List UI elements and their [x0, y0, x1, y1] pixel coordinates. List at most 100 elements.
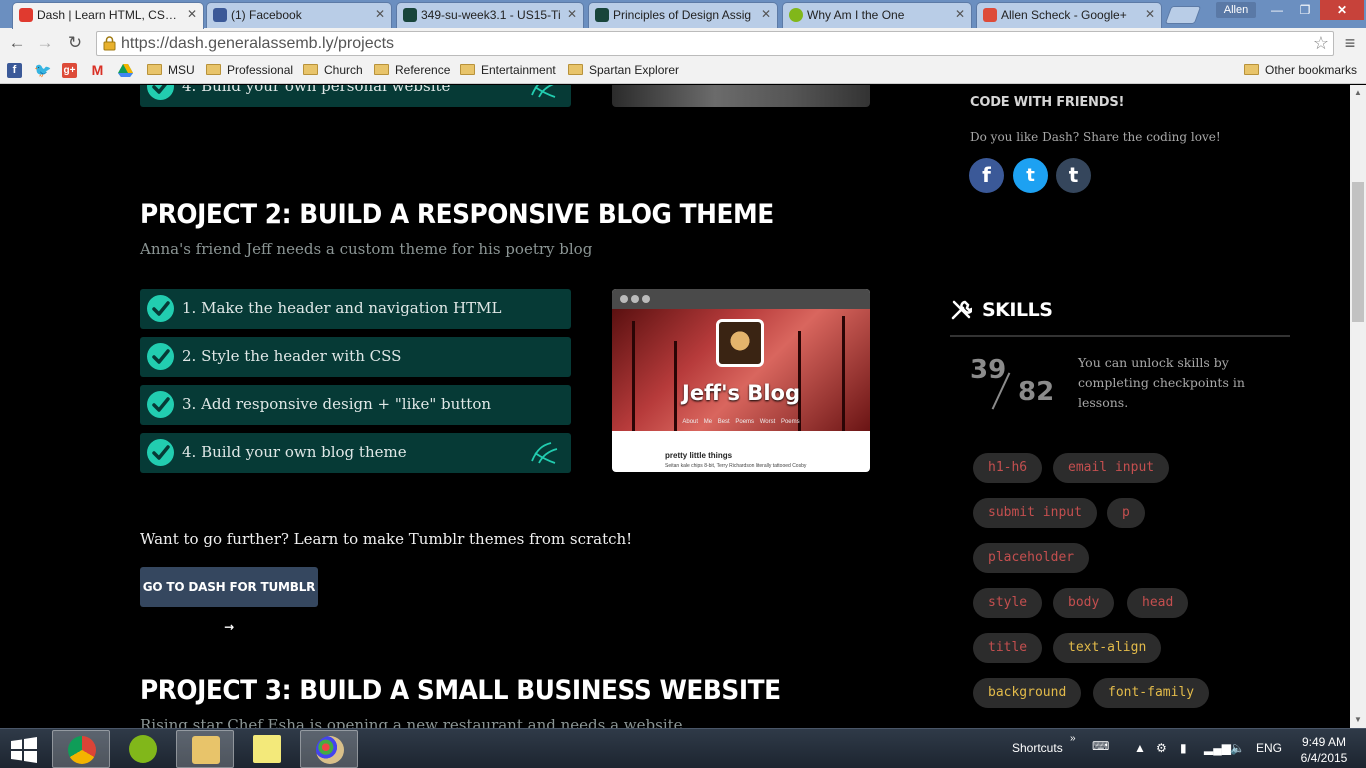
skill-pill[interactable]: background — [973, 678, 1082, 708]
tab-label: Why Am I the One — [807, 8, 905, 22]
project2-step-3[interactable]: 3. Add responsive design + "like" button — [140, 385, 571, 425]
divider — [950, 335, 1290, 337]
preview-blog-nav: About Me Best Poems Worst Poems — [682, 419, 800, 425]
bookmark-folder-msu[interactable]: MSU — [147, 63, 195, 79]
battery-icon[interactable]: ▮ — [1180, 741, 1187, 755]
other-bookmarks-folder[interactable]: Other bookmarks — [1244, 63, 1357, 79]
taskbar-explorer[interactable] — [176, 730, 234, 768]
taskbar-paint[interactable] — [300, 730, 358, 768]
skill-pill[interactable]: p — [1107, 498, 1145, 528]
keyboard-icon[interactable]: ⌨ — [1092, 739, 1109, 753]
skill-pill[interactable]: title — [973, 633, 1043, 663]
show-hidden-icons[interactable]: ▲ — [1134, 741, 1146, 755]
language-indicator[interactable]: ENG — [1256, 741, 1282, 755]
twitter-share-icon[interactable]: t — [1013, 158, 1048, 193]
skills-heading: SKILLS — [982, 299, 1053, 321]
gplus-bookmark-icon[interactable]: g+ — [62, 63, 77, 78]
bookmark-folder-reference[interactable]: Reference — [374, 63, 450, 79]
tumblr-share-icon[interactable]: t — [1056, 158, 1091, 193]
reload-icon[interactable]: ↻ — [64, 32, 86, 54]
project2-title: PROJECT 2: BUILD A RESPONSIVE BLOG THEME — [140, 199, 774, 230]
close-tab-icon[interactable]: ✕ — [375, 7, 385, 21]
bookmark-folder-entertainment[interactable]: Entertainment — [460, 63, 556, 79]
new-tab-button[interactable] — [1164, 6, 1202, 24]
gmail-bookmark-icon[interactable]: M — [90, 63, 105, 78]
project1-preview-image — [612, 85, 870, 107]
folder-label: Other bookmarks — [1265, 63, 1358, 77]
scrollbar-thumb[interactable] — [1352, 182, 1364, 322]
project2-step-2[interactable]: 2. Style the header with CSS — [140, 337, 571, 377]
close-tab-icon[interactable]: ✕ — [187, 7, 197, 21]
skill-pill[interactable]: body — [1053, 588, 1115, 618]
folder-icon — [374, 64, 389, 75]
taskbar-spotify[interactable] — [114, 730, 172, 768]
window-dot-icon — [620, 295, 628, 303]
taskbar-chrome[interactable] — [52, 730, 110, 768]
close-tab-icon[interactable]: ✕ — [761, 7, 771, 21]
spotify-icon — [129, 735, 157, 763]
volume-icon[interactable]: 🔈 — [1230, 741, 1245, 755]
close-tab-icon[interactable]: ✕ — [1145, 7, 1155, 21]
skill-pill[interactable]: style — [973, 588, 1043, 618]
bookmark-folder-professional[interactable]: Professional — [206, 63, 293, 79]
drive-bookmark-icon[interactable] — [118, 63, 133, 78]
maximize-icon[interactable]: ❐ — [1292, 0, 1318, 20]
taskbar-sticky-notes[interactable] — [238, 730, 296, 768]
profile-badge[interactable]: Allen — [1216, 2, 1256, 18]
scroll-up-icon[interactable]: ▲ — [1353, 88, 1363, 98]
tab-facebook[interactable]: (1) Facebook ✕ — [206, 2, 392, 28]
facebook-bookmark-icon[interactable]: f — [7, 63, 22, 78]
project3-subtitle: Rising star Chef Esha is opening a new r… — [140, 716, 683, 728]
project2-step-1[interactable]: 1. Make the header and navigation HTML — [140, 289, 571, 329]
close-tab-icon[interactable]: ✕ — [955, 7, 965, 21]
folder-label: Professional — [227, 63, 294, 77]
tab-dash[interactable]: Dash | Learn HTML, CSS, J ✕ — [12, 2, 204, 29]
skill-pill[interactable]: h1-h6 — [973, 453, 1043, 483]
project1-step-4[interactable]: 4. Build your own personal website — [140, 85, 571, 107]
clock[interactable]: 9:49 AM 6/4/2015 — [1296, 734, 1352, 766]
blog-theme-preview[interactable]: Jeff's Blog About Me Best Poems Worst Po… — [612, 289, 870, 472]
close-tab-icon[interactable]: ✕ — [567, 7, 577, 21]
skill-pill[interactable]: text-align — [1053, 633, 1162, 663]
skill-pill[interactable]: head — [1127, 588, 1189, 618]
twitter-bookmark-icon[interactable]: 🐦 — [34, 63, 51, 78]
folder-label: MSU — [168, 63, 195, 77]
tab-week3[interactable]: 349-su-week3.1 - US15-Ti ✕ — [396, 2, 584, 28]
preview-blog-title: Jeff's Blog — [682, 381, 800, 405]
project3-title: PROJECT 3: BUILD A SMALL BUSINESS WEBSIT… — [140, 675, 781, 706]
chevron-icon[interactable]: » — [1070, 733, 1076, 744]
skill-pill[interactable]: email input — [1053, 453, 1170, 483]
bookmark-folder-church[interactable]: Church — [303, 63, 363, 79]
close-window-icon[interactable]: ✕ — [1320, 0, 1364, 20]
page-content: 4. Build your own personal website PROJE… — [0, 85, 1350, 728]
code-with-friends-heading: CODE WITH FRIENDS! — [970, 95, 1125, 110]
skill-pill[interactable]: submit input — [973, 498, 1097, 528]
signal-icon[interactable]: ▂▄▆ — [1204, 741, 1231, 755]
scroll-down-icon[interactable]: ▼ — [1353, 715, 1363, 725]
minimize-icon[interactable]: — — [1264, 0, 1290, 20]
project2-step-4[interactable]: 4. Build your own blog theme — [140, 433, 571, 473]
preview-post-title: pretty little things — [665, 451, 733, 460]
spotify-icon — [789, 8, 803, 22]
tab-google-plus[interactable]: Allen Scheck - Google+ ✕ — [976, 2, 1162, 28]
facebook-share-icon[interactable]: f — [969, 158, 1004, 193]
network-share-icon[interactable]: ⚙ — [1156, 741, 1167, 755]
menu-icon[interactable]: ≡ — [1340, 33, 1360, 53]
address-bar[interactable]: https://dash.generalassemb.ly/projects ☆ — [96, 31, 1334, 56]
forward-icon[interactable]: → — [34, 32, 56, 54]
bookmark-star-icon[interactable]: ☆ — [1313, 33, 1329, 54]
sticky-notes-icon — [253, 735, 281, 763]
back-icon[interactable]: ← — [6, 32, 28, 54]
bookmark-folder-spartan-explorer[interactable]: Spartan Explorer — [568, 63, 679, 79]
page-scrollbar[interactable]: ▲ ▼ — [1350, 85, 1366, 728]
skill-pill[interactable]: font-family — [1093, 678, 1210, 708]
windows-start-icon[interactable] — [10, 737, 38, 763]
folder-icon — [1244, 64, 1259, 75]
tab-principles[interactable]: Principles of Design Assig ✕ — [588, 2, 778, 28]
shortcuts-toolbar[interactable]: Shortcuts — [1012, 741, 1063, 755]
dash-for-tumblr-button[interactable]: GO TO DASH FOR TUMBLR → — [140, 567, 318, 634]
skill-pill[interactable]: placeholder — [973, 543, 1090, 573]
tab-spotify[interactable]: Why Am I the One ✕ — [782, 2, 972, 28]
chrome-icon — [68, 736, 96, 764]
tab-label: Principles of Design Assig — [613, 8, 752, 22]
